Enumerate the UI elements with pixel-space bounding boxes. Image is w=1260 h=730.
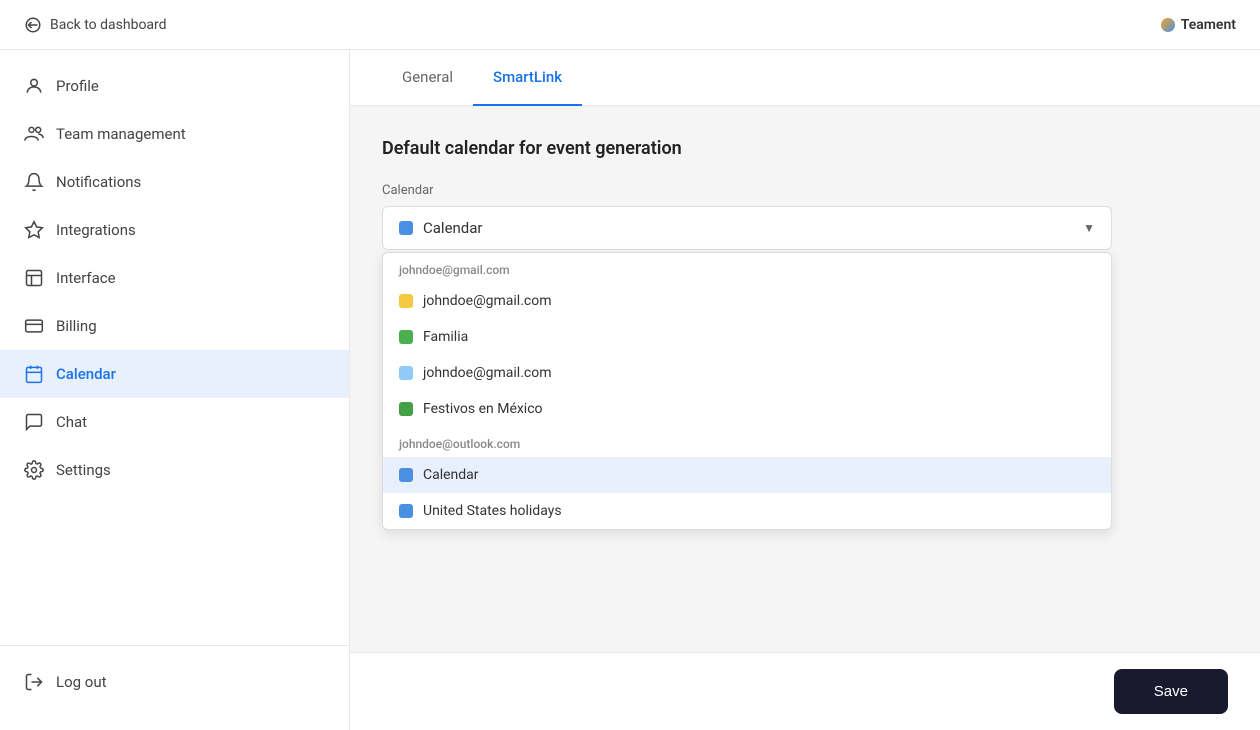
option-label-familia: Familia <box>423 329 468 345</box>
sidebar-item-team-management[interactable]: Team management <box>0 110 349 158</box>
sidebar-item-billing[interactable]: Billing <box>0 302 349 350</box>
tab-smartlink[interactable]: SmartLink <box>473 50 582 106</box>
brand: Teament <box>1161 17 1236 33</box>
option-color-dot-gmail-main <box>399 294 413 308</box>
selected-color-dot <box>399 221 413 235</box>
sidebar-item-settings[interactable]: Settings <box>0 446 349 494</box>
top-bar: Back to dashboard Teament <box>0 0 1260 50</box>
sidebar-item-calendar[interactable]: Calendar <box>0 350 349 398</box>
option-label-gmail-main: johndoe@gmail.com <box>423 293 552 309</box>
interface-icon <box>24 268 44 288</box>
dropdown-selected-value: Calendar <box>423 219 483 237</box>
option-label-us-holidays: United States holidays <box>423 503 562 519</box>
sidebar-item-profile[interactable]: Profile <box>0 62 349 110</box>
sidebar-label-integrations: Integrations <box>56 221 136 239</box>
sidebar-label-billing: Billing <box>56 317 97 335</box>
option-label-festivos: Festivos en México <box>423 401 543 417</box>
dropdown-option-festivos[interactable]: Festivos en México <box>383 391 1111 427</box>
option-color-dot-calendar-outlook <box>399 468 413 482</box>
main-layout: Profile Team management Notifications <box>0 50 1260 730</box>
team-icon <box>24 124 44 144</box>
option-color-dot-gmail-secondary <box>399 366 413 380</box>
brand-name: Teament <box>1181 17 1236 33</box>
tab-general[interactable]: General <box>382 50 473 106</box>
calendar-dropdown-trigger[interactable]: Calendar ▼ <box>382 206 1112 250</box>
tabs-bar: General SmartLink <box>350 50 1260 106</box>
sidebar-label-calendar: Calendar <box>56 365 116 383</box>
sidebar-label-interface: Interface <box>56 269 116 287</box>
sidebar-item-chat[interactable]: Chat <box>0 398 349 446</box>
calendar-field-label: Calendar <box>382 183 1228 198</box>
user-icon <box>24 76 44 96</box>
dropdown-option-gmail-secondary[interactable]: johndoe@gmail.com <box>383 355 1111 391</box>
option-color-dot-festivos <box>399 402 413 416</box>
sidebar-bottom: Log out <box>0 645 349 718</box>
back-arrow-icon <box>24 16 42 34</box>
content-area: General SmartLink Default calendar for e… <box>350 50 1260 730</box>
back-to-dashboard-link[interactable]: Back to dashboard <box>24 16 167 34</box>
option-color-dot-familia <box>399 330 413 344</box>
calendar-icon <box>24 364 44 384</box>
dropdown-option-familia[interactable]: Familia <box>383 319 1111 355</box>
option-color-dot-us-holidays <box>399 504 413 518</box>
sidebar-label-settings: Settings <box>56 461 111 479</box>
section-title: Default calendar for event generation <box>382 138 1228 159</box>
dropdown-option-us-holidays[interactable]: United States holidays <box>383 493 1111 529</box>
sidebar-item-logout[interactable]: Log out <box>0 658 349 706</box>
bell-icon <box>24 172 44 192</box>
billing-icon <box>24 316 44 336</box>
brand-icon <box>1161 18 1175 32</box>
sidebar-label-chat: Chat <box>56 413 87 431</box>
sidebar-item-integrations[interactable]: Integrations <box>0 206 349 254</box>
logout-icon <box>24 672 44 692</box>
sidebar-label-profile: Profile <box>56 77 99 95</box>
save-button[interactable]: Save <box>1114 669 1228 714</box>
sidebar-spacer <box>0 494 349 645</box>
dropdown-option-calendar-outlook[interactable]: Calendar <box>383 457 1111 493</box>
integrations-icon <box>24 220 44 240</box>
dropdown-option-gmail-main[interactable]: johndoe@gmail.com <box>383 283 1111 319</box>
sidebar-label-notifications: Notifications <box>56 173 141 191</box>
back-label: Back to dashboard <box>50 17 167 33</box>
dropdown-trigger-left: Calendar <box>399 219 483 237</box>
sidebar: Profile Team management Notifications <box>0 50 350 730</box>
sidebar-item-notifications[interactable]: Notifications <box>0 158 349 206</box>
dropdown-group-outlook: johndoe@outlook.com <box>383 427 1111 457</box>
settings-icon <box>24 460 44 480</box>
dropdown-group-gmail: johndoe@gmail.com <box>383 253 1111 283</box>
calendar-dropdown-menu: johndoe@gmail.com johndoe@gmail.com Fami… <box>382 252 1112 530</box>
chat-icon <box>24 412 44 432</box>
option-label-calendar-outlook: Calendar <box>423 467 479 483</box>
option-label-gmail-secondary: johndoe@gmail.com <box>423 365 552 381</box>
sidebar-label-team: Team management <box>56 125 186 143</box>
chevron-down-icon: ▼ <box>1083 221 1095 235</box>
main-panel: Default calendar for event generation Ca… <box>350 106 1260 652</box>
footer: Save <box>350 652 1260 730</box>
sidebar-label-logout: Log out <box>56 673 107 691</box>
sidebar-item-interface[interactable]: Interface <box>0 254 349 302</box>
